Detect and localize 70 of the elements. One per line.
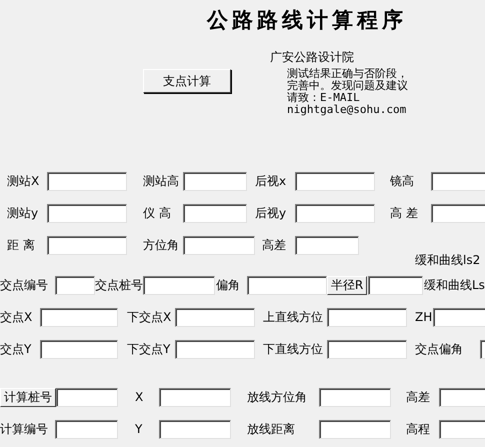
input-field[interactable] [143, 276, 215, 295]
field-label: 计算编号 [0, 421, 49, 438]
contact-note-line: 请致：E-MAIL [287, 92, 360, 104]
input-field[interactable] [183, 204, 247, 223]
field-label: 放线距离 [247, 421, 296, 438]
field-label: ZH [415, 309, 433, 326]
input-field[interactable] [433, 308, 485, 327]
input-field[interactable] [56, 388, 118, 407]
input-field[interactable] [175, 308, 255, 327]
input-field[interactable] [431, 204, 485, 223]
input-field[interactable] [295, 236, 359, 255]
input-field[interactable] [319, 420, 391, 439]
field-label: 高差 [262, 237, 287, 254]
input-field[interactable] [47, 236, 127, 255]
field-label: 上直线方位 [263, 309, 324, 326]
input-field[interactable] [47, 172, 127, 191]
input-field[interactable] [55, 420, 118, 439]
input-field[interactable] [439, 388, 485, 407]
field-label: 交点Y [0, 341, 32, 358]
field-label: 镜高 [390, 173, 415, 190]
input-field[interactable] [439, 420, 485, 439]
input-field[interactable] [40, 340, 118, 359]
input-field[interactable] [295, 204, 375, 223]
input-field[interactable] [183, 236, 255, 255]
pivot-calc-button[interactable]: 支点计算 [143, 69, 231, 93]
input-field[interactable] [327, 340, 407, 359]
field-label: 下交点Y [127, 341, 172, 358]
input-field[interactable] [327, 308, 407, 327]
calc-button[interactable]: 计算桩号 [0, 388, 56, 407]
contact-note-line: nightgale@sohu.com [287, 104, 406, 116]
field-label: 高程 [406, 421, 431, 438]
field-label: 交点桩号 [95, 277, 143, 294]
input-field[interactable] [47, 204, 127, 223]
field-label: 交点偏角 [415, 341, 464, 358]
field-label: 后视x [255, 173, 288, 190]
field-label: 缓和曲线ls2 [415, 252, 480, 268]
input-field[interactable] [183, 172, 247, 191]
contact-note-line: 测试结果正确与否阶段， [287, 68, 408, 80]
field-label: 后视y [255, 205, 288, 222]
field-label: 下直线方位 [263, 341, 324, 358]
field-label: 偏角 [216, 277, 241, 294]
field-label: 距 离 [7, 237, 36, 254]
input-field[interactable] [159, 420, 231, 439]
institute-name: 广安公路设计院 [270, 50, 354, 64]
field-label: 放线方位角 [247, 389, 308, 406]
input-field[interactable] [55, 276, 95, 295]
field-label: 仪 高 [143, 205, 172, 222]
input-field[interactable] [40, 308, 118, 327]
input-field[interactable] [295, 172, 375, 191]
field-label: 交点X [0, 309, 34, 326]
app-title: 公路路线计算程序 [207, 7, 407, 33]
input-field[interactable] [431, 172, 485, 191]
field-label: 高差 [406, 389, 431, 406]
field-label: 下交点X [127, 309, 172, 326]
input-field[interactable] [247, 276, 327, 295]
field-label: X [135, 389, 144, 406]
field-label: 高 差 [390, 205, 419, 222]
field-label: 测站X [7, 173, 40, 190]
calc-button[interactable]: 半径R [327, 276, 367, 295]
input-field[interactable] [368, 276, 423, 295]
contact-note-line: 完善中。发现问题及建议 [287, 80, 408, 92]
input-field[interactable] [175, 340, 255, 359]
field-label: 交点编号 [0, 277, 49, 294]
field-label: 测站y [7, 205, 40, 222]
input-field[interactable] [319, 388, 391, 407]
field-label: 方位角 [143, 237, 180, 254]
field-label: Y [135, 421, 144, 438]
input-field[interactable] [159, 388, 231, 407]
field-label: 缓和曲线Ls [424, 277, 485, 294]
field-label: 测站高 [143, 173, 180, 190]
